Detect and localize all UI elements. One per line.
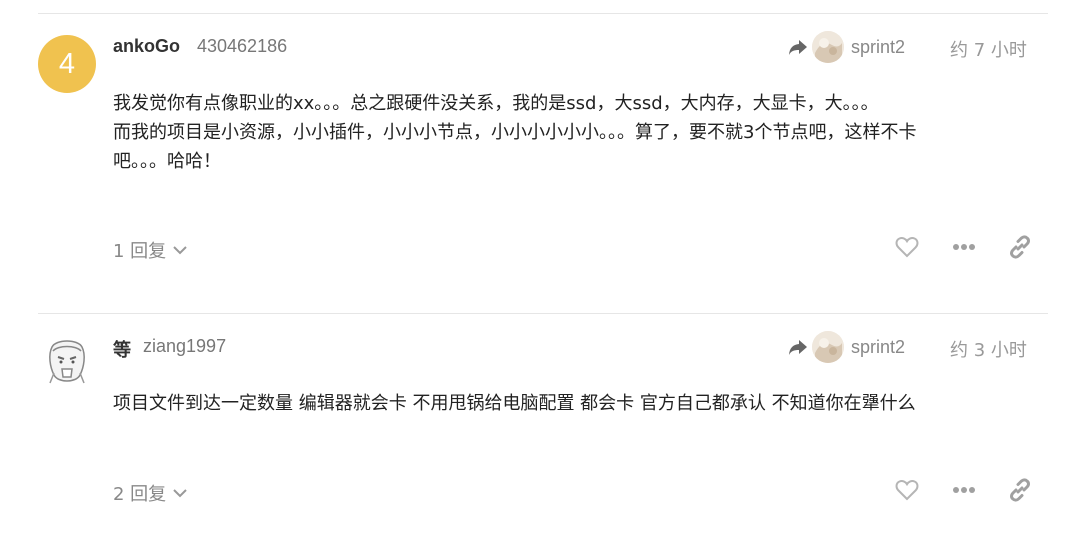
- replies-toggle[interactable]: 2 回复: [113, 480, 188, 506]
- replies-toggle[interactable]: 1 回复: [113, 237, 188, 263]
- post-body-line: 项目文件到达一定数量 编辑器就会卡 不用甩锅给电脑配置 都会卡 官方自己都承认 …: [113, 393, 916, 414]
- user-fullname[interactable]: ziang1997: [143, 336, 226, 357]
- post-timestamp[interactable]: 约 3 小时: [950, 336, 1027, 362]
- username[interactable]: ankoGo: [113, 36, 180, 57]
- username[interactable]: 等: [113, 336, 131, 362]
- post-body-line: 而我的项目是小资源，小小插件，小小小节点，小小小小小小。。。算了，要不就3个节点…: [113, 122, 917, 143]
- post-body: 项目文件到达一定数量 编辑器就会卡 不用甩锅给电脑配置 都会卡 官方自己都承认 …: [113, 389, 1043, 418]
- post-body-line: 我发觉你有点像职业的xx。。。总之跟硬件没关系，我的是ssd，大ssd，大内存，…: [113, 93, 879, 114]
- more-icon[interactable]: [951, 234, 977, 260]
- post-body-line: 吧。。。哈哈！: [113, 151, 221, 172]
- heart-icon[interactable]: [894, 234, 920, 260]
- reply-avatar-image-icon: [812, 331, 844, 363]
- user-avatar[interactable]: [38, 333, 96, 391]
- post-body: 我发觉你有点像职业的xx。。。总之跟硬件没关系，我的是ssd，大ssd，大内存，…: [113, 89, 1043, 176]
- chevron-down-icon: [173, 489, 187, 498]
- avatar-image-icon: [38, 333, 96, 391]
- chevron-down-icon: [173, 246, 187, 255]
- reply-to-username[interactable]: sprint2: [851, 337, 905, 358]
- reply-to-avatar[interactable]: [812, 331, 844, 363]
- post-divider: [38, 313, 1048, 314]
- more-icon[interactable]: [951, 477, 977, 503]
- user-avatar[interactable]: 4: [38, 35, 96, 93]
- reply-to-username[interactable]: sprint2: [851, 37, 905, 58]
- reply-to-icon[interactable]: [787, 37, 809, 57]
- user-fullname[interactable]: 430462186: [197, 36, 287, 57]
- replies-count-label: 1 回复: [113, 241, 167, 262]
- top-divider: [38, 13, 1048, 14]
- reply-to-icon[interactable]: [787, 337, 809, 357]
- heart-icon[interactable]: [894, 477, 920, 503]
- link-icon[interactable]: [1007, 477, 1033, 503]
- replies-count-label: 2 回复: [113, 484, 167, 505]
- reply-to-avatar[interactable]: [812, 31, 844, 63]
- reply-avatar-image-icon: [812, 31, 844, 63]
- link-icon[interactable]: [1007, 234, 1033, 260]
- post-timestamp[interactable]: 约 7 小时: [950, 36, 1027, 62]
